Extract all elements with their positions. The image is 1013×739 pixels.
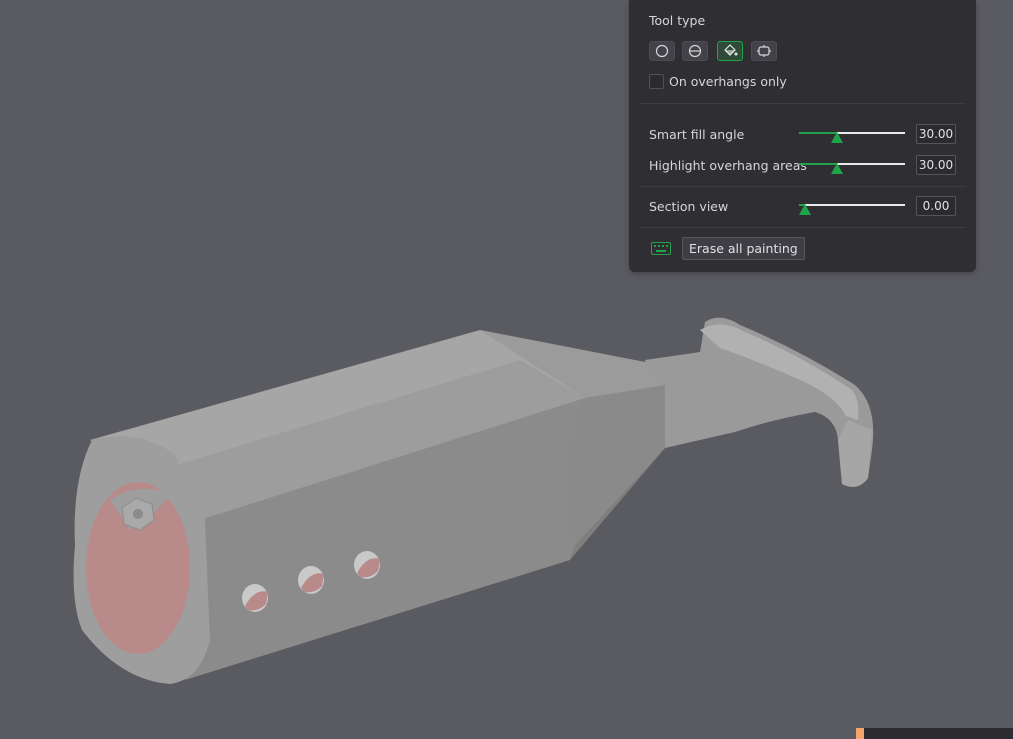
sphere-tool-button[interactable] [682,41,708,61]
hook-tip [838,420,872,487]
overhangs-only-label: On overhangs only [669,74,787,89]
smart-fill-angle-slider[interactable] [799,126,905,143]
fill-tool-button[interactable] [717,41,743,61]
keyboard-icon[interactable] [651,242,671,256]
divider [639,103,966,104]
section-view-label: Section view [649,199,729,214]
sphere-tool-icon [688,44,702,58]
highlight-overhang-value[interactable]: 30.00 [916,155,956,175]
slider-track [799,204,905,206]
circle-tool-icon [655,44,669,58]
slider-thumb[interactable] [831,132,844,143]
divider [639,227,966,228]
nut-hole [133,509,143,519]
overhangs-only-checkbox[interactable] [649,74,664,89]
highlight-overhang-label: Highlight overhang areas [649,158,807,173]
smart-fill-angle-label: Smart fill angle [649,127,745,142]
fill-bucket-icon [724,44,738,56]
slider-thumb[interactable] [831,163,844,174]
gap-fill-tool-button[interactable] [751,41,777,61]
highlight-overhang-slider[interactable] [799,157,905,174]
divider [639,186,966,187]
section-view-value[interactable]: 0.00 [916,196,956,216]
slider-thumb[interactable] [799,204,812,215]
section-view-slider[interactable] [799,198,905,215]
gap-fill-icon [757,45,771,57]
paint-tool-panel: Tool type On overhangs only Smart fill a… [629,0,976,272]
tool-type-label: Tool type [649,13,706,28]
notification-accent [856,728,864,739]
circle-tool-button[interactable] [649,41,675,61]
erase-all-painting-button[interactable]: Erase all painting [682,237,805,260]
smart-fill-angle-value[interactable]: 30.00 [916,124,956,144]
notification-widget[interactable] [856,728,1013,739]
